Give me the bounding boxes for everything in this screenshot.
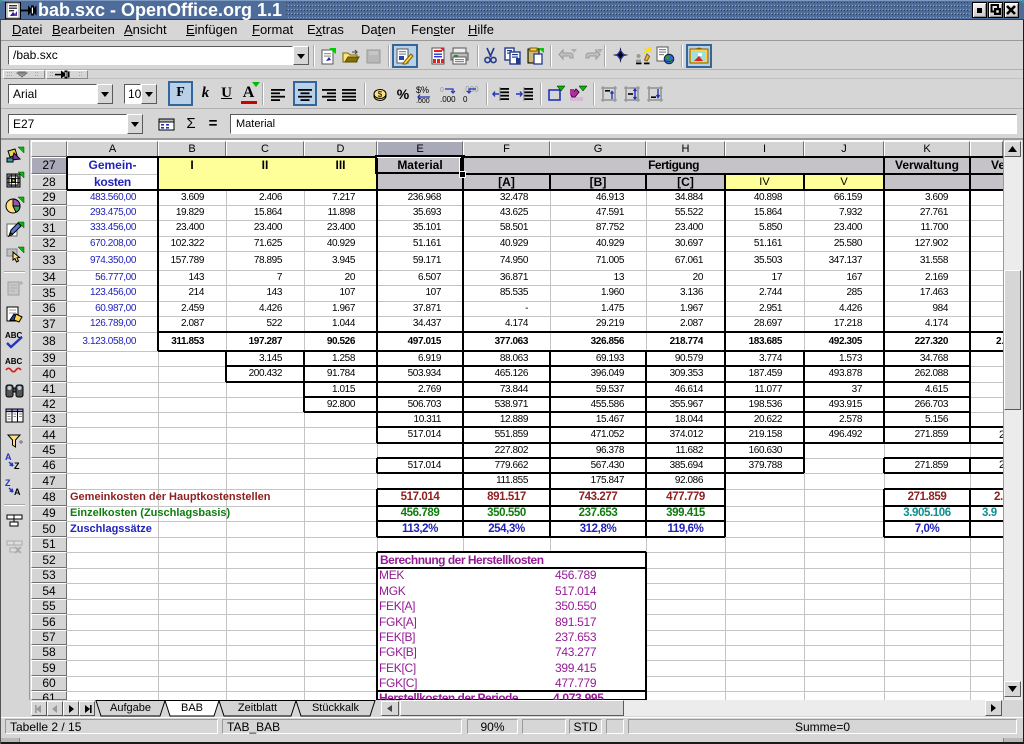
svg-text:.000: .000 [440, 95, 456, 104]
svg-text:$%: $% [416, 85, 429, 95]
svg-text:0: 0 [463, 95, 468, 104]
svg-text:.000: .000 [416, 98, 430, 105]
svg-text:Z: Z [14, 461, 20, 471]
svg-text:Z: Z [5, 478, 11, 488]
svg-text:0: 0 [440, 87, 444, 94]
svg-text:ABC: ABC [5, 357, 23, 366]
svg-text:A: A [14, 487, 21, 497]
svg-text:$: $ [378, 90, 383, 99]
svg-text:A: A [5, 452, 12, 462]
